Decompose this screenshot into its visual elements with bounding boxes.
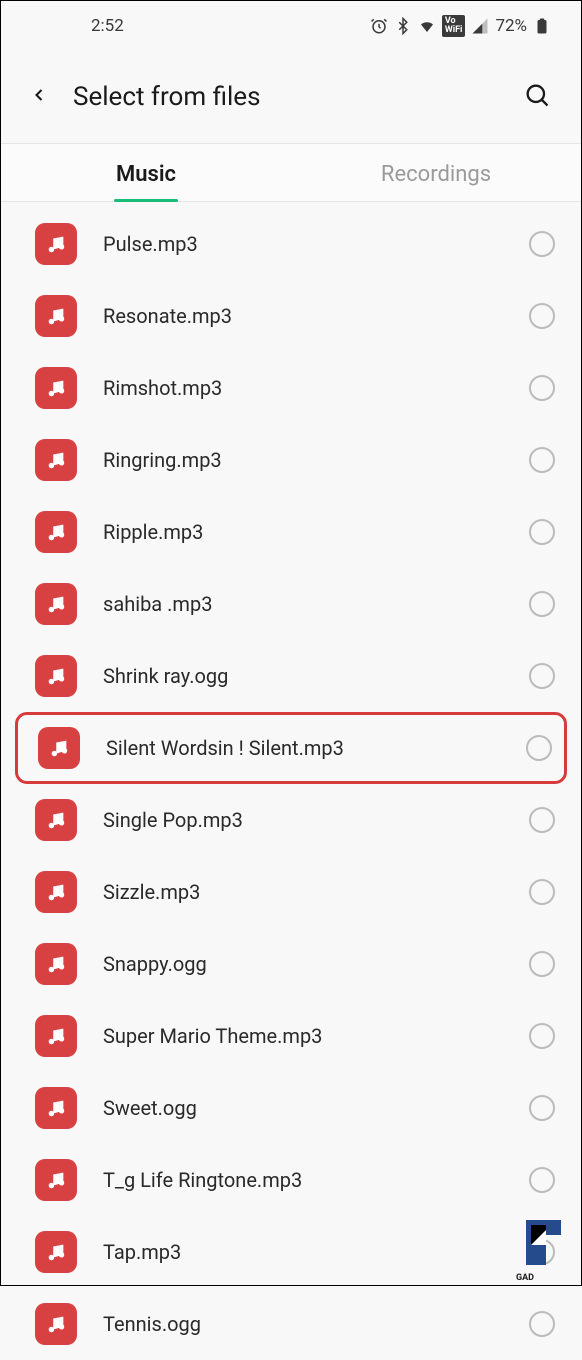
music-file-icon — [35, 583, 77, 625]
list-item[interactable]: Shrink ray.ogg — [1, 640, 581, 712]
file-name: Pulse.mp3 — [103, 232, 529, 256]
music-note-icon — [45, 1241, 67, 1263]
music-file-icon — [35, 511, 77, 553]
music-file-icon — [35, 1231, 77, 1273]
list-item[interactable]: Sizzle.mp3 — [1, 856, 581, 928]
list-item[interactable]: Pulse.mp3 — [1, 208, 581, 280]
music-file-icon — [35, 367, 77, 409]
search-button[interactable] — [523, 81, 551, 113]
music-note-icon — [45, 1025, 67, 1047]
music-note-icon — [48, 737, 70, 759]
radio-select[interactable] — [529, 951, 555, 977]
music-note-icon — [45, 305, 67, 327]
list-item[interactable]: Ripple.mp3 — [1, 496, 581, 568]
battery-icon — [533, 17, 551, 35]
list-item[interactable]: Tennis.ogg — [1, 1288, 581, 1360]
status-icons: VoWiFi 72% — [370, 15, 551, 37]
back-button[interactable] — [29, 85, 49, 109]
page-title: Select from files — [73, 82, 523, 112]
music-note-icon — [45, 377, 67, 399]
file-name: Ripple.mp3 — [103, 520, 529, 544]
music-file-icon — [35, 295, 77, 337]
tab-music[interactable]: Music — [1, 144, 291, 201]
music-file-icon — [38, 727, 80, 769]
list-item[interactable]: Resonate.mp3 — [1, 280, 581, 352]
radio-select[interactable] — [529, 447, 555, 473]
radio-select[interactable] — [529, 807, 555, 833]
music-file-icon — [35, 871, 77, 913]
music-file-icon — [35, 655, 77, 697]
radio-select[interactable] — [529, 1095, 555, 1121]
music-file-icon — [35, 1159, 77, 1201]
radio-select[interactable] — [529, 1023, 555, 1049]
radio-select[interactable] — [529, 663, 555, 689]
status-time: 2:52 — [91, 16, 124, 36]
music-note-icon — [45, 881, 67, 903]
file-name: Sweet.ogg — [103, 1096, 529, 1120]
file-name: Silent Wordsin ! Silent.mp3 — [106, 736, 526, 760]
list-item[interactable]: Rimshot.mp3 — [1, 352, 581, 424]
music-note-icon — [45, 809, 67, 831]
list-item[interactable]: Super Mario Theme.mp3 — [1, 1000, 581, 1072]
radio-select[interactable] — [529, 1167, 555, 1193]
list-item[interactable]: Snappy.ogg — [1, 928, 581, 1000]
header: Select from files — [1, 51, 581, 143]
radio-select[interactable] — [526, 735, 552, 761]
music-file-icon — [35, 943, 77, 985]
radio-select[interactable] — [529, 1311, 555, 1337]
file-list[interactable]: Pulse.mp3 Resonate.mp3 Rimshot.mp3 Ringring… — [1, 202, 581, 1360]
radio-select[interactable] — [529, 879, 555, 905]
file-name: Super Mario Theme.mp3 — [103, 1024, 529, 1048]
music-note-icon — [45, 953, 67, 975]
music-note-icon — [45, 449, 67, 471]
music-note-icon — [45, 665, 67, 687]
radio-select[interactable] — [529, 519, 555, 545]
music-file-icon — [35, 223, 77, 265]
radio-select[interactable] — [529, 231, 555, 257]
music-note-icon — [45, 593, 67, 615]
chevron-left-icon — [29, 85, 49, 105]
music-note-icon — [45, 1169, 67, 1191]
file-name: Single Pop.mp3 — [103, 808, 529, 832]
alarm-icon — [370, 17, 388, 35]
file-name: Snappy.ogg — [103, 952, 529, 976]
tab-recordings[interactable]: Recordings — [291, 144, 581, 201]
radio-select[interactable] — [529, 303, 555, 329]
file-name: Tennis.ogg — [103, 1312, 529, 1336]
file-name: Resonate.mp3 — [103, 304, 529, 328]
music-file-icon — [35, 439, 77, 481]
file-name: Rimshot.mp3 — [103, 376, 529, 400]
list-item[interactable]: Single Pop.mp3 — [1, 784, 581, 856]
list-item[interactable]: sahiba .mp3 — [1, 568, 581, 640]
file-name: Ringring.mp3 — [103, 448, 529, 472]
search-icon — [523, 81, 551, 109]
music-note-icon — [45, 521, 67, 543]
watermark: GAD — [481, 1205, 581, 1285]
list-item[interactable]: Sweet.ogg — [1, 1072, 581, 1144]
music-file-icon — [35, 1303, 77, 1345]
music-note-icon — [45, 1097, 67, 1119]
radio-select[interactable] — [529, 375, 555, 401]
file-name: Sizzle.mp3 — [103, 880, 529, 904]
list-item[interactable]: Silent Wordsin ! Silent.mp3 — [15, 712, 567, 784]
file-name: T_g Life Ringtone.mp3 — [103, 1168, 529, 1192]
music-file-icon — [35, 799, 77, 841]
signal-icon — [471, 17, 489, 35]
vowifi-badge: VoWiFi — [442, 15, 466, 37]
status-bar: 2:52 VoWiFi 72% — [1, 1, 581, 51]
bluetooth-icon — [394, 17, 412, 35]
svg-text:GAD: GAD — [516, 1273, 534, 1283]
wifi-icon — [418, 17, 436, 35]
file-name: sahiba .mp3 — [103, 592, 529, 616]
file-name: Shrink ray.ogg — [103, 664, 529, 688]
music-note-icon — [45, 233, 67, 255]
music-note-icon — [45, 1313, 67, 1335]
battery-percent: 72% — [495, 16, 527, 36]
music-file-icon — [35, 1015, 77, 1057]
radio-select[interactable] — [529, 591, 555, 617]
music-file-icon — [35, 1087, 77, 1129]
file-name: Tap.mp3 — [103, 1240, 529, 1264]
list-item[interactable]: Ringring.mp3 — [1, 424, 581, 496]
tabs: Music Recordings — [1, 143, 581, 202]
